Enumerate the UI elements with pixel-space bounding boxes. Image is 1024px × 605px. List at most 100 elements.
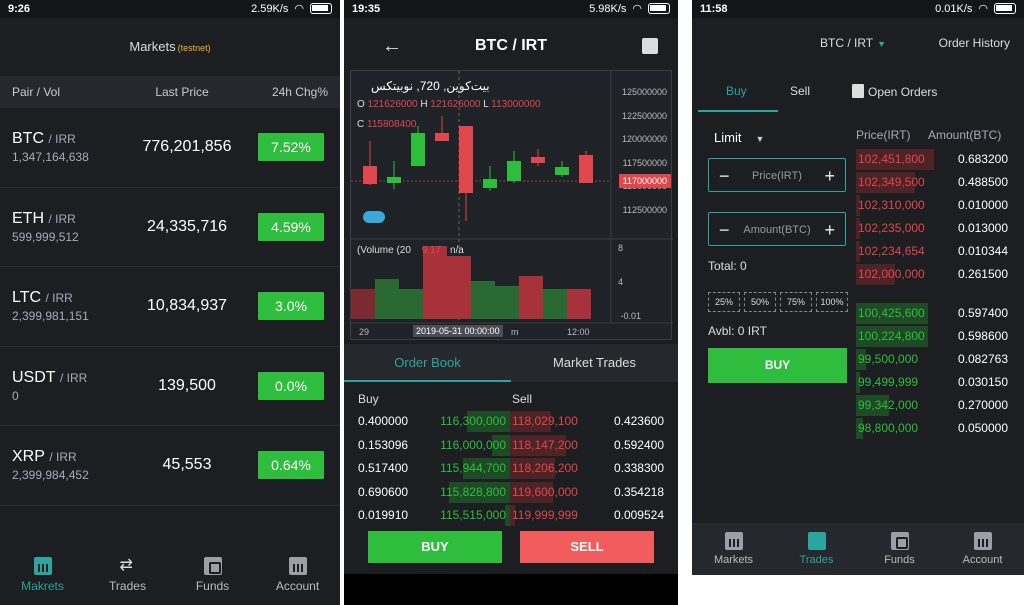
available-balance: Avbl: 0 IRT [708,324,767,338]
buy-price: 116,300,000 [440,414,506,428]
price-column-header: Price(IRT) [856,128,911,142]
amount-field[interactable]: − Amount(BTC) + [708,212,846,246]
market-row[interactable]: BTC / IRR 1,347,164,638 776,201,856 7.52% [0,108,340,188]
tab-trades[interactable]: Trades [775,523,858,575]
bid-row[interactable]: 100,425,600 0.597400 [856,302,1024,325]
volume-bar [423,246,447,319]
pair-selector[interactable]: BTC / IRT ▼ [820,36,886,50]
chevron-down-icon: ▼ [755,134,765,144]
col-price[interactable]: Last Price [122,85,242,99]
tab-open-orders[interactable]: Open Orders [852,84,937,99]
percent-75-button[interactable]: 75% [780,292,812,312]
wifi-icon: ◠ [294,3,304,15]
ask-row[interactable]: 102,349,500 0.488500 [856,171,1024,194]
screen-bottom [684,575,1024,605]
change-badge: 3.0% [258,292,324,321]
bid-row[interactable]: 99,500,000 0.082763 [856,348,1024,371]
market-volume: 2,399,981,151 [12,309,89,324]
tab-buy[interactable]: Buy [726,84,747,98]
ask-row[interactable]: 102,234,654 0.010344 [856,240,1024,263]
market-row[interactable]: LTC / IRR 2,399,981,151 10,834,937 3.0% [0,267,340,347]
tab-market-trades[interactable]: Market Trades [511,344,678,382]
order-book-row[interactable]: 0.019910 115,515,000 119,999,999 0.009524 [344,504,678,527]
chart-toggle-icon[interactable] [642,38,658,54]
tab-label: Funds [195,579,230,593]
tab-funds[interactable]: Funds [170,545,255,605]
tab-account[interactable]: Account [255,545,340,605]
bid-price: 98,800,000 [858,421,919,435]
sell-button[interactable]: SELL [520,531,654,563]
percent-25-button[interactable]: 25% [708,292,740,312]
order-book-row[interactable]: 0.517400 115,944,700 118,206,200 0.338300 [344,457,678,480]
page-title: Markets (testnet) [0,18,340,76]
markets-screen: 9:26 2.59K/s ◠ Markets (testnet) Pair / V… [0,0,340,605]
ohlc-label: L [483,99,489,110]
tab-account[interactable]: Account [941,523,1024,575]
bid-row[interactable]: 100,224,800 0.598600 [856,325,1024,348]
tab-label: Markets [713,554,754,566]
order-history-link[interactable]: Order History [939,36,1010,50]
buy-button[interactable]: BUY [368,531,502,563]
volume-bar [399,289,423,319]
market-row[interactable]: USDT / IRR 0 139,500 0.0% [0,347,340,426]
tab-markets[interactable]: Markets [692,523,775,575]
tab-order-book[interactable]: Order Book [344,344,511,382]
price-tick: 125000000 [621,87,667,97]
col-change[interactable]: 24h Chg% [242,85,328,99]
ask-row[interactable]: 102,000,000 0.261500 [856,263,1024,286]
candle-body [435,133,449,141]
market-price: 776,201,856 [142,138,232,156]
ask-price: 102,234,654 [858,244,925,258]
tab-trades[interactable]: Trades [85,545,170,605]
ohlc-label: H [420,99,428,110]
candle-body [411,133,425,166]
tab-sell[interactable]: Sell [790,84,810,98]
market-volume: 1,347,164,638 [12,150,89,165]
ohlc-line-2: C 115808400 [357,119,416,130]
wallet-icon [890,532,909,550]
bid-amount: 0.030150 [957,375,1008,389]
ask-row[interactable]: 102,235,000 0.013000 [856,217,1024,240]
market-quote: / IRR [48,211,76,226]
ask-row[interactable]: 102,451,800 0.683200 [856,148,1024,171]
bid-amount: 0.050000 [957,421,1008,435]
order-book-row[interactable]: 0.153096 116,000,000 118,147,200 0.592400 [344,434,678,457]
bid-row[interactable]: 99,499,999 0.030150 [856,371,1024,394]
candle-body [459,126,473,193]
ask-amount: 0.013000 [957,221,1008,235]
volume-bars-group [351,246,591,319]
plus-icon[interactable]: + [824,220,835,241]
price-tick: 120000000 [621,134,667,144]
bid-row[interactable]: 99,342,000 0.270000 [856,394,1024,417]
percent-50-button[interactable]: 50% [744,292,776,312]
candle-body [387,177,401,183]
price-tick: 117500000 [622,157,667,168]
ask-row[interactable]: 102,310,000 0.010000 [856,194,1024,217]
percent-buttons: 25% 50% 75% 100% [708,292,848,312]
back-arrow-icon[interactable]: ← [382,18,402,74]
network-speed: 0.01K/s [935,2,973,15]
market-row[interactable]: ETH / IRR 599,999,512 24,335,716 4.59% [0,188,340,267]
tab-markets[interactable]: Makrets [0,545,85,605]
sell-qty: 0.423600 [613,414,664,428]
tab-funds[interactable]: Funds [858,523,941,575]
col-pair[interactable]: Pair / Vol [12,85,122,99]
wifi-icon: ◠ [978,3,988,15]
ask-price: 102,000,000 [858,267,925,281]
market-row[interactable]: XRP / IRR 2,399,984,452 45,553 0.64% [0,426,340,506]
price-axis: 125000000 122500000 120000000 117500000 … [622,81,667,222]
plus-icon[interactable]: + [824,166,835,187]
total-label: Total: 0 [708,259,747,273]
buy-button[interactable]: BUY [708,348,847,383]
price-field[interactable]: − Price(IRT) + [708,158,846,192]
bid-row[interactable]: 98,800,000 0.050000 [856,417,1024,440]
order-type-select[interactable]: Limit ▼ [714,130,764,145]
ask-amount: 0.683200 [957,152,1008,166]
candlestick-chart[interactable]: بیت‌کوین, 720, نوبیتکس O 121626000 H 121… [350,70,673,340]
ohlc-label: O [357,99,365,110]
order-book-row[interactable]: 0.400000 116,300,000 118,029,100 0.423600 [344,410,678,433]
volume-bar [471,281,495,319]
pair-detail-screen: 19:35 5.98K/s ◠ ← BTC / IRT بیت‌کوین, 72… [344,0,678,605]
percent-100-button[interactable]: 100% [816,292,848,312]
order-book-row[interactable]: 0.690600 115,828,800 119,600,000 0.354218 [344,481,678,504]
